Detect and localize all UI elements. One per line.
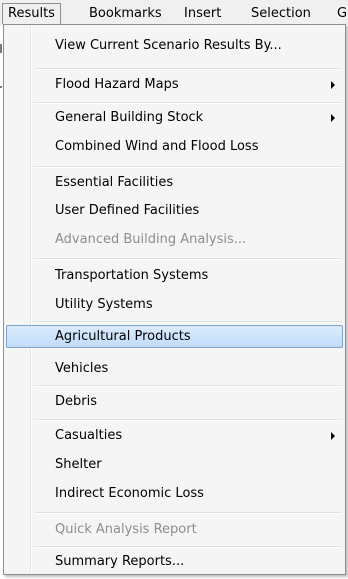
menu-results[interactable]: Results (2, 3, 61, 24)
menu-selection[interactable]: Selection (245, 3, 317, 24)
menu-item-quick-analysis-report: Quick Analysis Report (6, 518, 343, 541)
menu-item-label: Transportation Systems (55, 268, 209, 283)
menu-item-casualties[interactable]: Casualties (6, 424, 343, 447)
menu-item-label: Quick Analysis Report (55, 522, 197, 537)
menu-separator (34, 102, 342, 104)
menu-item-label: Debris (55, 394, 97, 409)
menu-item-summary-reports[interactable]: Summary Reports... (6, 550, 343, 573)
menu-bar: Results Bookmarks Insert Selection G (0, 0, 348, 26)
menu-item-vehicles[interactable]: Vehicles (6, 357, 343, 380)
menu-item-debris[interactable]: Debris (6, 390, 343, 413)
menu-item-agricultural-products[interactable]: Agricultural Products (6, 325, 343, 348)
menu-item-label: User Defined Facilities (55, 203, 200, 218)
menu-item-label: Casualties (55, 428, 123, 443)
menu-item-label: Utility Systems (55, 297, 153, 312)
results-dropdown-menu: View Current Scenario Results By... Floo… (3, 24, 346, 575)
menu-separator (34, 166, 342, 168)
menu-item-label: Vehicles (55, 361, 109, 376)
menu-item-utility-systems[interactable]: Utility Systems (6, 293, 343, 316)
menu-item-label: Shelter (55, 457, 102, 472)
menu-item-label: Flood Hazard Maps (55, 77, 179, 92)
chevron-right-icon (331, 114, 335, 122)
menu-item-label: Summary Reports... (55, 554, 185, 569)
menu-item-essential-facilities[interactable]: Essential Facilities (6, 171, 343, 194)
menu-item-label: Agricultural Products (55, 329, 191, 344)
menu-insert[interactable]: Insert (178, 3, 227, 24)
menu-separator (34, 419, 342, 421)
menu-item-label: Combined Wind and Flood Loss (55, 139, 259, 154)
menu-item-label: General Building Stock (55, 110, 204, 125)
menu-item-advanced-building-analysis: Advanced Building Analysis... (6, 228, 343, 251)
menu-item-user-defined-facilities[interactable]: User Defined Facilities (6, 199, 343, 222)
menu-item-label: View Current Scenario Results By... (55, 38, 282, 53)
menu-item-combined-wind-flood-loss[interactable]: Combined Wind and Flood Loss (6, 135, 343, 158)
menu-item-shelter[interactable]: Shelter (6, 453, 343, 476)
menu-bookmarks[interactable]: Bookmarks (83, 3, 168, 24)
window-edge-mark (0, 86, 2, 88)
menu-item-label: Indirect Economic Loss (55, 486, 204, 501)
menu-item-flood-hazard-maps[interactable]: Flood Hazard Maps (6, 73, 343, 96)
chevron-right-icon (331, 81, 335, 89)
menu-item-label: Advanced Building Analysis... (55, 232, 247, 247)
window-edge-mark (0, 44, 2, 53)
menu-separator (34, 321, 342, 323)
menu-item-label: Essential Facilities (55, 175, 174, 190)
menu-item-transportation-systems[interactable]: Transportation Systems (6, 264, 343, 287)
menu-separator (34, 68, 342, 70)
menu-separator (34, 546, 342, 548)
chevron-right-icon (331, 432, 335, 440)
menu-item-view-current-scenario-results[interactable]: View Current Scenario Results By... (6, 34, 343, 57)
menu-cut-off[interactable]: G (331, 3, 348, 24)
menu-separator (34, 512, 342, 514)
menu-item-indirect-economic-loss[interactable]: Indirect Economic Loss (6, 482, 343, 505)
menu-item-general-building-stock[interactable]: General Building Stock (6, 106, 343, 129)
menu-separator (34, 385, 342, 387)
menu-separator (34, 258, 342, 260)
